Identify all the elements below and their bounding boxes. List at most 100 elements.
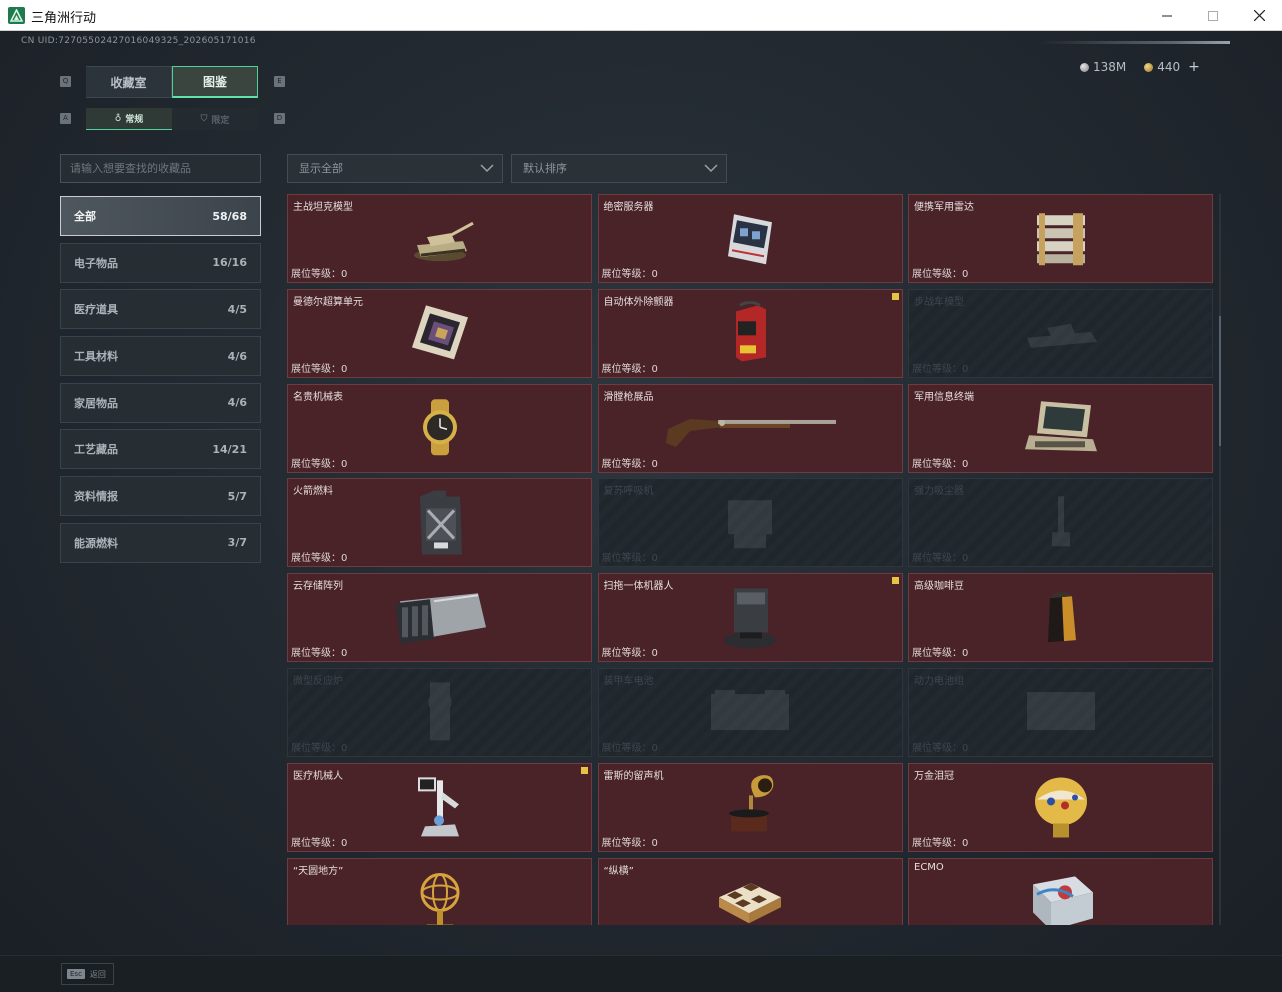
chevron-down-icon bbox=[704, 164, 718, 173]
category-label: 家居物品 bbox=[74, 396, 118, 410]
category-label: 电子物品 bbox=[74, 256, 118, 270]
tab-limited[interactable]: ⛉ 限定 bbox=[172, 108, 258, 130]
item-name: 扫拖一体机器人 bbox=[603, 581, 674, 593]
gold-amount: 440 bbox=[1157, 60, 1181, 74]
currency-display: 138M 440 + bbox=[1080, 59, 1200, 75]
back-label: 返回 bbox=[89, 969, 106, 979]
collection-card[interactable]: 步战车模型 展位等级：0 bbox=[908, 288, 1213, 378]
tab-regular-label: 常规 bbox=[125, 115, 144, 125]
item-name: 滑膛枪展品 bbox=[603, 391, 654, 403]
defibrillator-icon bbox=[728, 301, 772, 368]
item-name: 医疗机械人 bbox=[293, 770, 343, 782]
collection-card[interactable]: “天圆地方”展位等级：0 bbox=[287, 857, 592, 925]
add-currency-button[interactable]: + bbox=[1188, 59, 1200, 75]
item-name: “纵横” bbox=[603, 865, 634, 877]
category-item[interactable]: 医疗道具 4/5 bbox=[60, 289, 261, 330]
item-name: ECMO bbox=[914, 861, 944, 873]
app-window: 三角洲行动 CN UID:7270550242701604932​5_20260… bbox=[0, 0, 1282, 992]
collection-card[interactable]: “纵横”展位等级：0 bbox=[597, 857, 903, 925]
tab-regular[interactable]: ♁ 常规 bbox=[86, 108, 172, 130]
item-name: 强力吸尘器 bbox=[914, 486, 964, 498]
collection-card[interactable]: 动力电池组 展位等级：0 bbox=[908, 667, 1213, 757]
item-name: 复苏呼吸机 bbox=[603, 486, 654, 498]
booth-level: 展位等级：0 bbox=[291, 553, 348, 565]
new-item-badge bbox=[581, 766, 588, 774]
collection-card[interactable]: 微型反应炉 展位等级：0 bbox=[287, 667, 592, 757]
game-screen: CN UID:7270550242701604932​5_20260517101… bbox=[0, 31, 1282, 992]
category-count: 4/6 bbox=[227, 396, 247, 410]
server-icon bbox=[720, 208, 780, 272]
military-terminal-icon bbox=[1021, 397, 1101, 461]
collection-card[interactable]: 主战坦克模型 展位等级：0 bbox=[287, 194, 592, 283]
filter-dropdown[interactable]: 显示全部 bbox=[287, 154, 503, 183]
limited-icon: ⛉ bbox=[200, 114, 208, 124]
collection-card[interactable]: 火箭燃料 展位等级：0 bbox=[287, 478, 592, 568]
category-count: 14/21 bbox=[212, 442, 247, 456]
collection-card[interactable]: 滑膛枪展品 展位等级：0 bbox=[597, 383, 903, 473]
booth-level: 展位等级：0 bbox=[912, 553, 969, 565]
category-item[interactable]: 资料情报 5/7 bbox=[60, 476, 261, 517]
scrollbar-track[interactable] bbox=[1219, 194, 1221, 925]
category-item[interactable]: 电子物品 16/16 bbox=[60, 242, 261, 283]
key-hint-e: E bbox=[274, 76, 285, 87]
collection-card[interactable]: 扫拖一体机器人 展位等级：0 bbox=[597, 573, 903, 663]
booth-level: 展位等级：0 bbox=[291, 458, 348, 470]
item-name: 动力电池组 bbox=[914, 675, 964, 687]
category-count: 5/7 bbox=[227, 489, 247, 503]
collection-card[interactable]: 万金泪冠 展位等级：0 bbox=[908, 762, 1213, 852]
item-grid-viewport: 主战坦克模型 展位等级：0 绝密服务器 展位等级：0 便携军用雷达 展位等级：0 曼德尔超算… bbox=[287, 194, 1227, 925]
booth-level: 展位等级：0 bbox=[601, 553, 658, 565]
battery-pack-icon bbox=[1021, 687, 1101, 741]
minimize-button[interactable] bbox=[1144, 0, 1190, 31]
booth-level: 展位等级：0 bbox=[912, 363, 969, 375]
item-name: 曼德尔超算单元 bbox=[293, 296, 363, 308]
window-title: 三角洲行动 bbox=[31, 11, 97, 26]
new-item-badge bbox=[891, 577, 899, 585]
collection-card[interactable]: 医疗机械人 展位等级：0 bbox=[287, 762, 592, 852]
collection-card[interactable]: 高级咖啡豆 展位等级：0 bbox=[908, 573, 1213, 663]
collection-card[interactable]: 军用信息终端 展位等级：0 bbox=[908, 383, 1213, 473]
tab-catalog[interactable]: 图鉴 bbox=[172, 66, 258, 98]
collection-card[interactable]: 雷斯的留声机 展位等级：0 bbox=[597, 762, 903, 852]
category-item[interactable]: 家居物品 4/6 bbox=[60, 382, 261, 423]
watch-icon bbox=[413, 397, 467, 461]
collection-card[interactable]: 强力吸尘器展位等级：0 bbox=[908, 478, 1213, 568]
collection-card[interactable]: ECMO展位等级：0 bbox=[908, 857, 1213, 925]
item-grid: 主战坦克模型 展位等级：0 绝密服务器 展位等级：0 便携军用雷达 展位等级：0 曼德尔超算… bbox=[287, 194, 1213, 925]
category-label: 医疗道具 bbox=[74, 303, 118, 317]
scrollbar-thumb[interactable] bbox=[1219, 316, 1221, 446]
collection-card[interactable]: 自动体外除颤器 展位等级：0 bbox=[597, 288, 903, 378]
item-name: 装甲车电池 bbox=[603, 675, 654, 687]
back-button[interactable]: Esc 返回 bbox=[61, 963, 114, 985]
category-item[interactable]: 全部 58/68 bbox=[60, 196, 261, 236]
collection-card[interactable]: 装甲车电池 展位等级：0 bbox=[597, 667, 903, 757]
search-input[interactable]: 请输入想要查找的收藏品 bbox=[60, 154, 261, 183]
collection-card[interactable]: 绝密服务器 展位等级：0 bbox=[597, 194, 903, 283]
category-list: 全部 58/68 电子物品 16/16 医疗道具 4/5 工具材料 4/6 家居物品 4/6 工艺藏… bbox=[60, 196, 261, 570]
item-name: 军用信息终端 bbox=[914, 391, 974, 403]
main-tab-bar: 收藏室 图鉴 bbox=[86, 66, 259, 98]
collection-card[interactable]: 复苏呼吸机展位等级：0 bbox=[597, 478, 903, 568]
coffee-bag-icon bbox=[1044, 590, 1078, 648]
maximize-button[interactable] bbox=[1190, 0, 1236, 31]
category-item[interactable]: 工具材料 4/6 bbox=[60, 336, 261, 377]
collection-card[interactable]: 曼德尔超算单元 展位等级：0 bbox=[287, 288, 592, 378]
category-item[interactable]: 能源燃料 3/7 bbox=[60, 522, 261, 563]
radar-icon bbox=[1029, 209, 1093, 271]
tab-collection-room[interactable]: 收藏室 bbox=[86, 66, 172, 98]
category-item[interactable]: 工艺藏品 14/21 bbox=[60, 429, 261, 470]
collection-card[interactable]: 便携军用雷达 展位等级：0 bbox=[908, 194, 1213, 283]
collection-card[interactable]: 云存储阵列 展位等级：0 bbox=[287, 573, 592, 663]
close-button[interactable] bbox=[1236, 0, 1282, 31]
booth-level: 展位等级：0 bbox=[912, 458, 969, 470]
category-count: 58/68 bbox=[212, 209, 247, 223]
chevron-down-icon bbox=[480, 164, 494, 173]
collection-card[interactable]: 名贵机械表展位等级：0 bbox=[287, 383, 592, 473]
item-name: 自动体外除颤器 bbox=[603, 296, 674, 308]
booth-level: 展位等级：0 bbox=[601, 648, 658, 660]
bottom-bar: Esc 返回 bbox=[0, 955, 1282, 992]
item-name: 名贵机械表 bbox=[293, 391, 343, 403]
sort-dropdown[interactable]: 默认排序 bbox=[511, 154, 727, 183]
gold-coin-icon bbox=[1144, 62, 1154, 72]
item-name: 万金泪冠 bbox=[914, 770, 954, 782]
